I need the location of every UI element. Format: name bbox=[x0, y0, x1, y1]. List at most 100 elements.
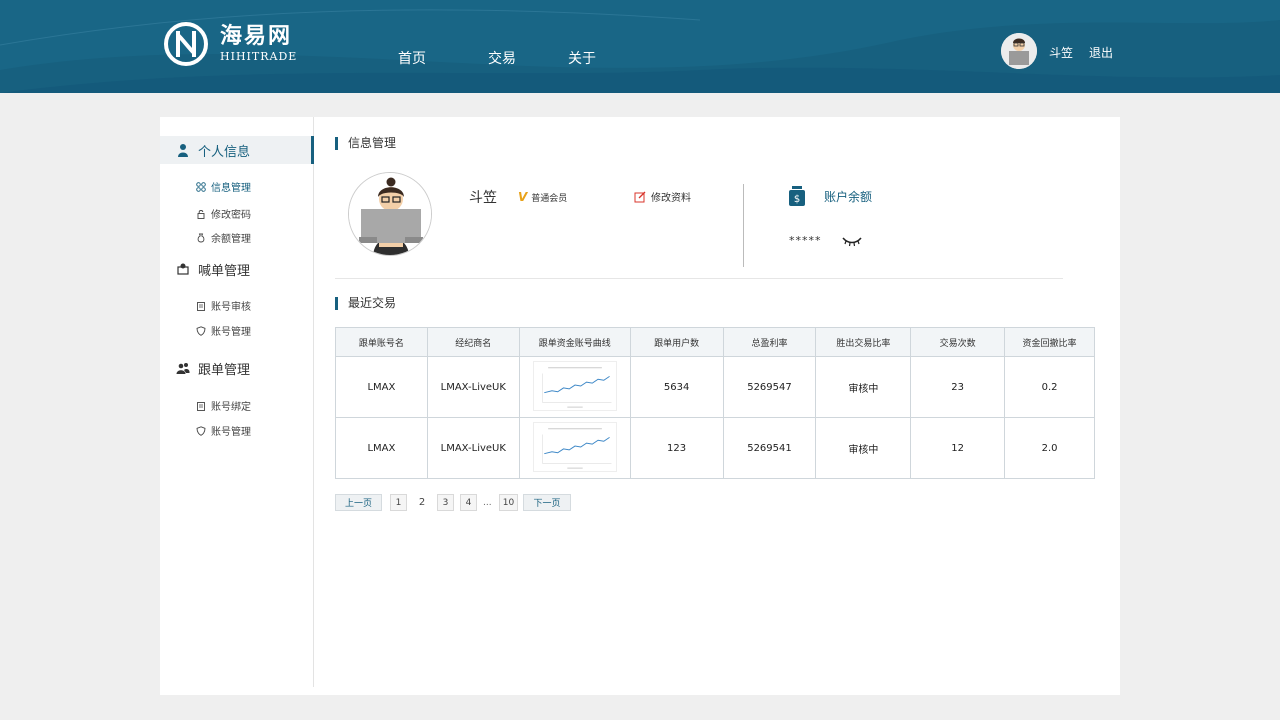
cell-curve[interactable] bbox=[518, 417, 631, 479]
profile-name: 斗笠 bbox=[469, 190, 497, 206]
cell-profit-rate: 5269547 bbox=[722, 356, 817, 418]
sidebar: 个人信息 信息管理 修改密码 余额管理 喊单管理 账号审核 账号管理 跟单管理 … bbox=[160, 117, 314, 687]
user-area: 斗笠 退出 bbox=[1001, 33, 1131, 69]
svg-text:$: $ bbox=[794, 194, 800, 205]
cell-followers: 123 bbox=[629, 417, 724, 479]
logo[interactable]: 海易网 HIHITRADE bbox=[162, 20, 297, 68]
sidebar-item-label: 余额管理 bbox=[211, 234, 251, 245]
vertical-divider bbox=[743, 184, 744, 267]
col-header: 资金回撤比率 bbox=[1004, 327, 1095, 357]
sidebar-item-account-manage-1[interactable]: 账号管理 bbox=[196, 323, 251, 338]
sidebar-section-personal-info[interactable]: 个人信息 bbox=[160, 136, 314, 164]
page-4-button[interactable]: 4 bbox=[460, 494, 477, 511]
profile-avatar-icon bbox=[349, 173, 431, 255]
sidebar-item-label: 修改密码 bbox=[211, 210, 251, 221]
sidebar-item-label: 账号管理 bbox=[211, 327, 251, 338]
lock-icon bbox=[197, 209, 205, 219]
balance-title: 账户余额 bbox=[824, 190, 873, 204]
next-page-button[interactable]: 下一页 bbox=[523, 494, 571, 511]
logo-cn-text: 海易网 bbox=[220, 24, 293, 49]
user-avatar-icon bbox=[1001, 33, 1037, 69]
page-10-button[interactable]: 10 bbox=[499, 494, 518, 511]
shield-icon bbox=[196, 425, 206, 436]
sidebar-item-label: 账号管理 bbox=[211, 427, 251, 438]
col-header: 跟单用户数 bbox=[629, 327, 724, 357]
sidebar-item-label: 账号审核 bbox=[211, 302, 251, 313]
col-header: 跟单资金账号曲线 bbox=[518, 327, 631, 357]
table-row[interactable]: LMAX LMAX-LiveUK 123 5269541 审核中 12 2.0 bbox=[335, 417, 1095, 479]
header-user-name[interactable]: 斗笠 bbox=[1049, 44, 1073, 61]
cell-profit-rate: 5269541 bbox=[722, 417, 817, 479]
edit-profile-label: 修改资料 bbox=[651, 193, 691, 204]
person-icon bbox=[178, 144, 188, 157]
col-header: 经纪商名 bbox=[426, 327, 520, 357]
sidebar-item-account-review[interactable]: 账号审核 bbox=[196, 298, 251, 313]
balance-value: ***** bbox=[789, 234, 822, 247]
content-card: 个人信息 信息管理 修改密码 余额管理 喊单管理 账号审核 账号管理 跟单管理 … bbox=[160, 117, 1120, 695]
sidebar-item-change-password[interactable]: 修改密码 bbox=[196, 206, 251, 221]
eye-closed-icon[interactable] bbox=[842, 235, 862, 247]
cell-curve[interactable] bbox=[518, 356, 631, 418]
sidebar-item-info-manage[interactable]: 信息管理 bbox=[196, 179, 251, 194]
logo-mark-icon bbox=[164, 22, 208, 66]
cell-drawdown: 2.0 bbox=[1004, 417, 1095, 479]
sidebar-item-account-bind[interactable]: 账号绑定 bbox=[196, 398, 251, 413]
nav-home[interactable]: 首页 bbox=[398, 48, 426, 68]
header-avatar[interactable] bbox=[1001, 33, 1037, 69]
page-2-current[interactable]: 2 bbox=[415, 494, 429, 511]
cell-broker: LMAX-LiveUK bbox=[426, 417, 520, 479]
cell-trade-count: 12 bbox=[910, 417, 1006, 479]
vip-v-icon: V bbox=[518, 190, 528, 204]
clipboard-icon bbox=[197, 401, 205, 411]
cell-account: LMAX bbox=[335, 417, 428, 479]
sidebar-item-label: 信息管理 bbox=[211, 183, 251, 194]
trades-section-title: 最近交易 bbox=[335, 297, 396, 310]
page-3-button[interactable]: 3 bbox=[437, 494, 454, 511]
money-bag-icon bbox=[197, 233, 205, 242]
cell-trade-count: 23 bbox=[910, 356, 1006, 418]
sidebar-item-account-manage-2[interactable]: 账号管理 bbox=[196, 423, 251, 438]
nav-about[interactable]: 关于 bbox=[568, 48, 596, 68]
col-header: 交易次数 bbox=[910, 327, 1006, 357]
balance-bag-icon: $ bbox=[789, 186, 805, 206]
page-1-button[interactable]: 1 bbox=[390, 494, 407, 511]
sidebar-section-label: 喊单管理 bbox=[198, 263, 251, 279]
cell-account: LMAX bbox=[335, 356, 428, 418]
section-divider bbox=[335, 278, 1063, 279]
cell-broker: LMAX-LiveUK bbox=[426, 356, 520, 418]
shield-icon bbox=[196, 325, 206, 336]
logo-en-text: HIHITRADE bbox=[220, 50, 298, 63]
cell-win-ratio: 审核中 bbox=[815, 356, 912, 418]
sidebar-section-label: 个人信息 bbox=[198, 144, 251, 160]
table-header-row: 跟单账号名 经纪商名 跟单资金账号曲线 跟单用户数 总盈利率 胜出交易比率 交易… bbox=[335, 327, 1095, 357]
group-icon bbox=[176, 363, 190, 374]
member-level: 普通会员 bbox=[531, 193, 568, 204]
grid-icon bbox=[196, 181, 206, 192]
sidebar-item-label: 账号绑定 bbox=[211, 402, 251, 413]
sidebar-item-balance-manage[interactable]: 余额管理 bbox=[196, 230, 251, 245]
announce-icon bbox=[177, 263, 189, 275]
profile-avatar[interactable] bbox=[348, 172, 432, 256]
member-badge: V 普通会员 bbox=[518, 190, 567, 204]
equity-curve-thumbnail bbox=[532, 360, 617, 411]
page-ellipsis: ... bbox=[483, 497, 492, 508]
edit-profile-link[interactable]: 修改资料 bbox=[634, 189, 691, 204]
col-header: 跟单账号名 bbox=[335, 327, 428, 357]
nav-trade[interactable]: 交易 bbox=[488, 48, 516, 68]
cell-win-ratio: 审核中 bbox=[815, 417, 912, 479]
info-section-title: 信息管理 bbox=[335, 137, 396, 150]
trades-table: 跟单账号名 经纪商名 跟单资金账号曲线 跟单用户数 总盈利率 胜出交易比率 交易… bbox=[335, 327, 1095, 479]
sidebar-section-label: 跟单管理 bbox=[198, 362, 251, 378]
col-header: 胜出交易比率 bbox=[815, 327, 912, 357]
sidebar-section-follow-orders[interactable]: 跟单管理 bbox=[160, 354, 314, 382]
sidebar-section-call-orders[interactable]: 喊单管理 bbox=[160, 255, 314, 283]
col-header: 总盈利率 bbox=[722, 327, 817, 357]
table-row[interactable]: LMAX LMAX-LiveUK 5634 5269547 审核中 23 0.2 bbox=[335, 356, 1095, 418]
equity-curve-thumbnail bbox=[532, 421, 617, 472]
prev-page-button[interactable]: 上一页 bbox=[335, 494, 382, 511]
cell-followers: 5634 bbox=[629, 356, 724, 418]
top-header: 海易网 HIHITRADE 首页 交易 关于 斗笠 退出 bbox=[0, 0, 1280, 93]
clipboard-icon bbox=[197, 301, 205, 311]
cell-drawdown: 0.2 bbox=[1004, 356, 1095, 418]
logout-link[interactable]: 退出 bbox=[1089, 44, 1113, 61]
